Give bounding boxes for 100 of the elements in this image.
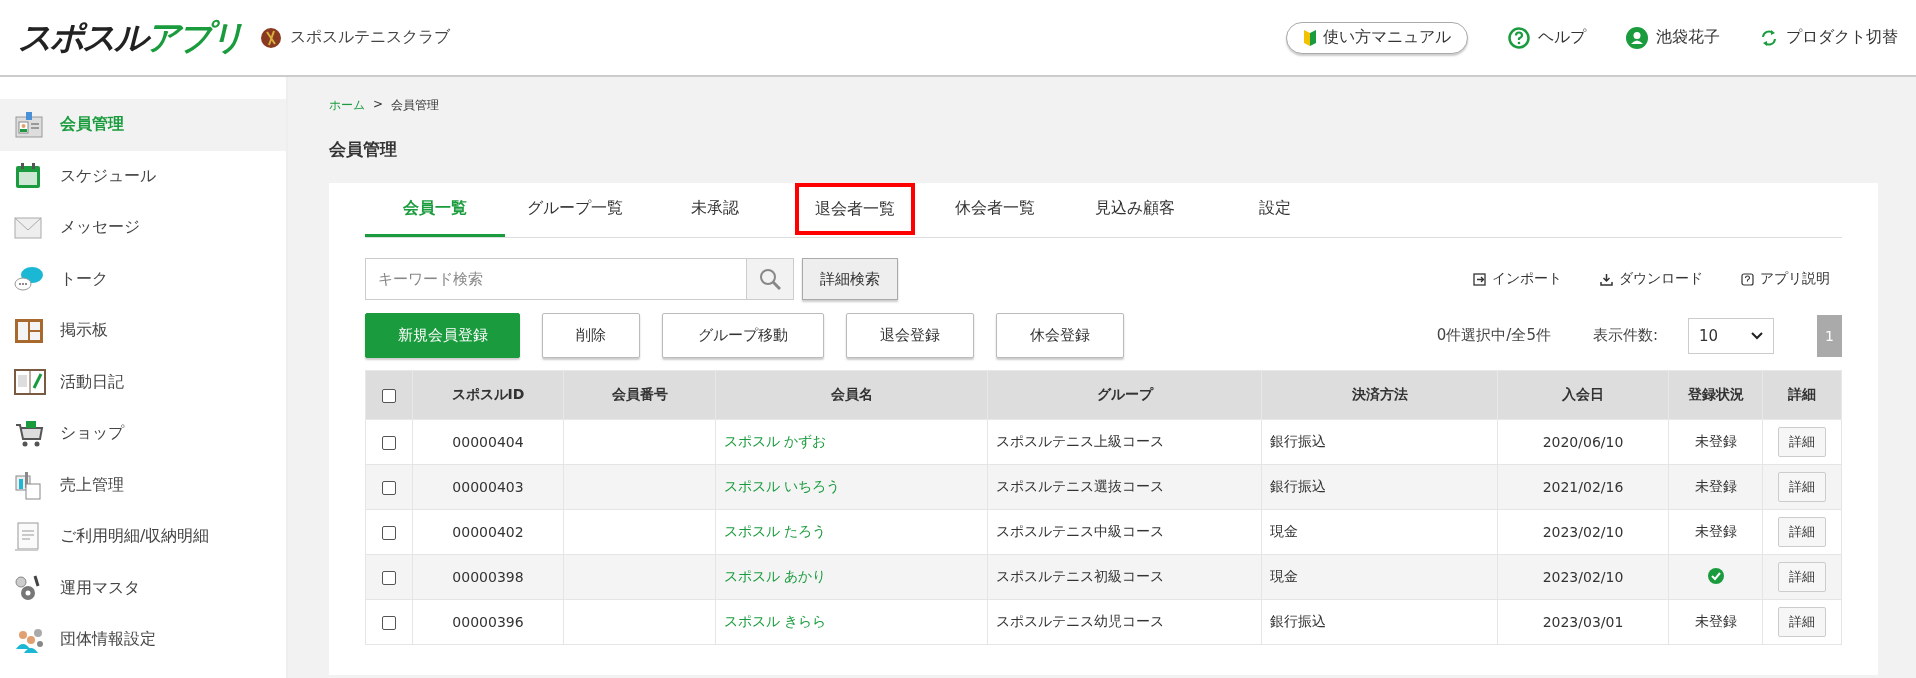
table-cell: 00000402 [412, 509, 564, 555]
table-cell: スポスルテニス上級コース [987, 419, 1262, 465]
tab[interactable]: 設定 [1205, 183, 1345, 237]
menu-item-icon [14, 626, 44, 653]
table-cell: 00000398 [412, 554, 564, 600]
app-logo: スポスルアプリ [18, 15, 242, 59]
search-icon[interactable] [759, 268, 781, 290]
club-emblem-icon [260, 26, 282, 49]
table-cell: 2021/02/16 [1497, 464, 1669, 510]
tab[interactable]: 退会者一覧 [797, 185, 913, 233]
column-header: グループ [987, 370, 1262, 420]
menu-item-icon [14, 368, 46, 397]
table-cell: 00000403 [412, 464, 564, 510]
column-header: 会員番号 [563, 370, 716, 420]
column-header: スポスルID [412, 370, 564, 420]
tab[interactable]: 見込み顧客 [1065, 183, 1205, 237]
import-icon[interactable] [1473, 272, 1486, 286]
toolbar-link[interactable]: アプリ説明 [1760, 270, 1830, 288]
status-text: 未登録 [1694, 613, 1737, 629]
advanced-search-button[interactable]: 詳細検索 [802, 258, 898, 300]
beginner-mark-icon [1303, 28, 1317, 47]
detail-button[interactable]: 詳細 [1778, 517, 1826, 547]
table-cell: 2023/03/01 [1497, 599, 1669, 645]
tab[interactable]: 会員一覧 [365, 183, 505, 237]
download-icon[interactable] [1600, 272, 1613, 286]
toolbar-link[interactable]: インポート [1492, 270, 1562, 288]
action-button[interactable]: 新規会員登録 [365, 313, 520, 358]
tab[interactable]: 休会者一覧 [925, 183, 1065, 237]
column-header: 決済方法 [1261, 370, 1498, 420]
refresh-icon[interactable] [1760, 27, 1778, 48]
help-icon[interactable] [1741, 272, 1754, 286]
manual-button[interactable]: 使い方マニュアル [1286, 21, 1468, 54]
detail-button[interactable]: 詳細 [1778, 427, 1826, 457]
column-header: 登録状況 [1668, 370, 1763, 420]
sidebar-item[interactable]: 掲示板 [0, 305, 286, 357]
detail-button[interactable]: 詳細 [1778, 562, 1826, 592]
action-button[interactable]: 休会登録 [996, 313, 1124, 358]
help-link[interactable]: ヘルプ [1538, 27, 1586, 48]
tab[interactable]: グループ一覧 [505, 183, 645, 237]
table-cell: 2023/02/10 [1497, 509, 1669, 555]
status-text: 未登録 [1694, 433, 1737, 449]
sidebar-item[interactable]: 活動日記 [0, 356, 286, 408]
table-cell: スポスルテニス初級コース [987, 554, 1262, 600]
table-cell: 00000396 [412, 599, 564, 645]
sidebar-item[interactable]: スケジュール [0, 150, 286, 202]
user-icon[interactable] [1626, 26, 1648, 49]
checkbox[interactable] [382, 616, 396, 630]
table-cell: スポスルテニス中級コース [987, 509, 1262, 555]
menu-item-icon [14, 317, 44, 344]
detail-button[interactable]: 詳細 [1778, 472, 1826, 502]
chevron-down-icon [1751, 331, 1763, 340]
page-title: 会員管理 [329, 138, 398, 161]
member-name-link[interactable]: スポスル きらら [724, 613, 827, 629]
keyword-search-field[interactable]: キーワード検索 [365, 258, 746, 300]
sidebar-item[interactable]: ショップ [0, 408, 286, 460]
status-text: 未登録 [1694, 478, 1737, 494]
checkbox[interactable] [382, 571, 396, 585]
table-cell: 現金 [1261, 509, 1498, 555]
sidebar-item[interactable]: メッセージ [0, 202, 286, 254]
action-button[interactable]: 退会登録 [846, 313, 974, 358]
column-header: 会員名 [715, 370, 988, 420]
table-cell: 00000404 [412, 419, 564, 465]
member-name-link[interactable]: スポスル たろう [724, 523, 827, 539]
product-switch-link[interactable]: プロダクト切替 [1786, 27, 1898, 48]
status-text: 未登録 [1694, 523, 1737, 539]
sidebar-item[interactable]: 売上管理 [0, 459, 286, 511]
club-name: スポスルテニスクラブ [290, 27, 450, 48]
table-cell: 銀行振込 [1261, 599, 1498, 645]
menu-item-icon [14, 265, 44, 294]
sidebar-item[interactable]: 運用マスタ [0, 562, 286, 614]
column-header: 入会日 [1497, 370, 1669, 420]
checkbox[interactable] [382, 481, 396, 495]
action-button[interactable]: グループ移動 [662, 313, 824, 358]
table-cell: スポスルテニス幼児コース [987, 599, 1262, 645]
table-cell: 銀行振込 [1261, 464, 1498, 510]
page-size-select[interactable]: 10 [1688, 317, 1774, 354]
sidebar-item[interactable]: ご利用明細/収納明細 [0, 511, 286, 563]
toolbar-link[interactable]: ダウンロード [1619, 270, 1703, 288]
menu-item-icon [14, 110, 44, 139]
checkbox[interactable] [382, 389, 396, 403]
menu-item-icon [14, 574, 42, 603]
table-cell: 銀行振込 [1261, 419, 1498, 465]
member-name-link[interactable]: スポスル かずお [724, 433, 827, 449]
page-size-label: 表示件数: [1592, 326, 1658, 345]
sidebar-item[interactable]: 団体情報設定 [0, 614, 286, 666]
tab[interactable]: 未承認 [645, 183, 785, 237]
breadcrumb-current: 会員管理 [391, 97, 440, 114]
sidebar-item[interactable]: トーク [0, 253, 286, 305]
user-name[interactable]: 池袋花子 [1656, 27, 1720, 48]
selection-count: 0件選択中/全5件 [1436, 326, 1551, 345]
checkbox[interactable] [382, 526, 396, 540]
table-cell: スポスルテニス選抜コース [987, 464, 1262, 510]
detail-button[interactable]: 詳細 [1778, 607, 1826, 637]
table-cell: 現金 [1261, 554, 1498, 600]
menu-item-icon [14, 216, 42, 239]
table-cell: 2023/02/10 [1497, 554, 1669, 600]
menu-item-icon [14, 521, 40, 552]
menu-item-icon [14, 470, 42, 501]
checkbox[interactable] [382, 436, 396, 450]
action-button[interactable]: 削除 [542, 313, 640, 358]
